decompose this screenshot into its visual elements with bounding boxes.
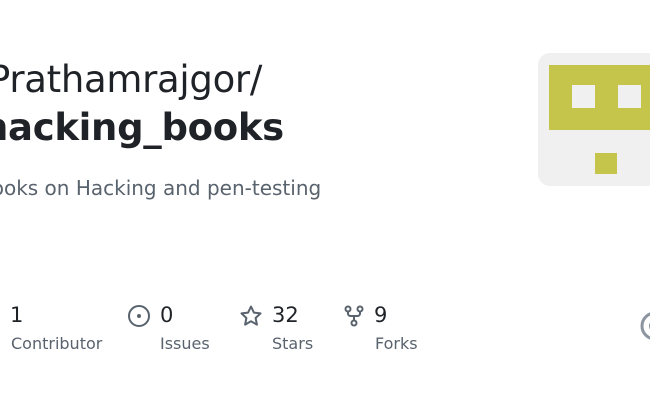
- stat-value: 0: [160, 303, 174, 327]
- stat-label: Forks: [375, 334, 418, 353]
- stat-value: 1: [10, 303, 24, 327]
- owner-avatar: [538, 53, 650, 186]
- stat-label: Issues: [160, 334, 210, 353]
- fork-icon: [344, 305, 364, 327]
- repo-description: Books on Hacking and pen-testing: [0, 176, 322, 200]
- repo-owner[interactable]: Prathamrajgor/: [0, 58, 262, 101]
- issue-icon: [128, 305, 150, 327]
- people-icon: [0, 304, 6, 328]
- stat-label: Stars: [272, 334, 314, 353]
- identicon-icon: [549, 65, 650, 174]
- repo-name[interactable]: hacking_books: [0, 106, 284, 149]
- stat-label: Contributor: [11, 334, 103, 353]
- stat-value: 9: [374, 303, 388, 327]
- github-logo-icon: [640, 312, 650, 340]
- stat-value: 32: [272, 303, 299, 327]
- star-icon: [240, 305, 262, 326]
